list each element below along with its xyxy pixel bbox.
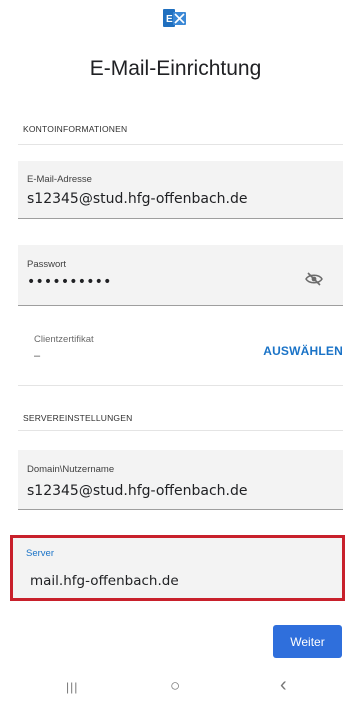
email-label: E-Mail-Adresse [27, 174, 92, 185]
certificate-label: Clientzertifikat [34, 334, 94, 345]
username-value: s12345@stud.hfg-offenbach.de [27, 483, 248, 499]
divider [18, 385, 343, 386]
email-field[interactable]: E-Mail-Adresse s12345@stud.hfg-offenbach… [18, 161, 343, 219]
username-label: Domain\Nutzername [27, 464, 115, 475]
back-button[interactable]: ‹ [280, 674, 287, 697]
certificate-value: – [34, 350, 41, 362]
server-value: mail.hfg-offenbach.de [30, 573, 179, 589]
home-button[interactable]: ○ [170, 676, 180, 696]
password-label: Passwort [27, 259, 67, 270]
section-account-heading: KONTOINFORMATIONEN [23, 124, 128, 134]
username-field[interactable]: Domain\Nutzername s12345@stud.hfg-offenb… [18, 450, 343, 510]
eye-off-icon[interactable] [305, 272, 323, 286]
next-button[interactable]: Weiter [273, 625, 342, 658]
system-navbar: ||| ○ ‹ [0, 672, 351, 704]
server-field[interactable]: Server mail.hfg-offenbach.de [10, 535, 345, 601]
recents-button[interactable]: ||| [66, 680, 78, 694]
divider [18, 144, 343, 145]
exchange-icon: E [163, 9, 186, 27]
svg-text:E: E [166, 14, 173, 25]
password-field[interactable]: Passwort •••••••••• [18, 245, 343, 306]
section-server-heading: SERVEREINSTELLUNGEN [23, 413, 133, 423]
choose-certificate-button[interactable]: AUSWÄHLEN [263, 344, 343, 358]
email-value: s12345@stud.hfg-offenbach.de [27, 191, 248, 207]
server-label: Server [26, 548, 54, 559]
page-title: E-Mail-Einrichtung [89, 57, 262, 80]
divider [18, 430, 343, 431]
password-value: •••••••••• [27, 274, 112, 290]
